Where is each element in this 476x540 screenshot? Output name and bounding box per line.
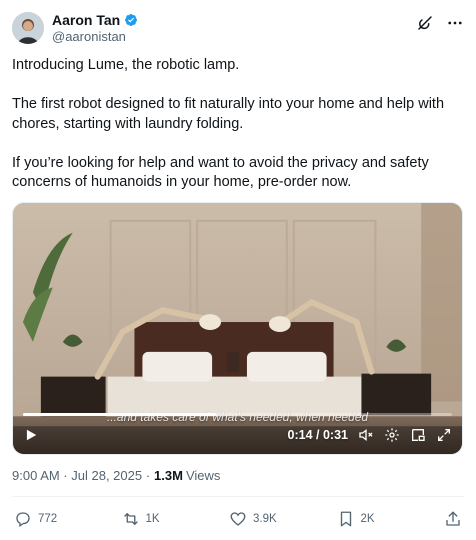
reply-count: 772	[38, 513, 58, 525]
repost-count: 1K	[145, 513, 160, 525]
tweet-text: Introducing Lume, the robotic lamp. The …	[12, 56, 452, 193]
tweet-meta: 9:00 AM · Jul 28, 2025 · 1.3M Views	[12, 468, 220, 483]
header-actions	[416, 12, 464, 32]
author-handle[interactable]: @aaronistan	[52, 29, 138, 45]
avatar[interactable]	[12, 12, 44, 44]
bookmark-icon	[340, 511, 351, 527]
repost-icon	[123, 513, 138, 525]
play-button[interactable]	[23, 427, 39, 443]
avatar-photo-icon	[12, 12, 44, 44]
views-count: 1.3M	[154, 468, 183, 483]
bookmark-button[interactable]: 2K	[337, 510, 417, 528]
video-progress-fill	[23, 413, 217, 416]
bookmark-count: 2K	[360, 513, 375, 525]
video-time: 0:14 / 0:31	[287, 428, 348, 442]
mute-icon[interactable]	[358, 427, 374, 443]
tweet-paragraph: Introducing Lume, the robotic lamp.	[12, 57, 240, 73]
author-names: Aaron Tan @aaronistan	[52, 12, 138, 45]
more-options-icon[interactable]	[446, 14, 464, 32]
grok-icon[interactable]	[416, 14, 434, 32]
settings-icon[interactable]	[384, 427, 400, 443]
share-icon	[446, 511, 460, 526]
divider	[12, 496, 464, 497]
tweet-action-bar: 772 1K 3.9K 2K	[14, 509, 462, 529]
like-count: 3.9K	[253, 513, 277, 525]
picture-in-picture-icon[interactable]	[410, 427, 426, 443]
play-icon	[26, 429, 37, 441]
heart-icon	[230, 512, 246, 526]
tweet-header: Aaron Tan @aaronistan	[12, 12, 464, 48]
like-button[interactable]: 3.9K	[229, 510, 309, 528]
tweet-paragraph: If you’re looking for help and want to a…	[12, 154, 429, 191]
video-progress-bar[interactable]	[23, 413, 452, 416]
video-player[interactable]: ...and takes care of what's needed, when…	[12, 202, 463, 455]
reply-button[interactable]: 772	[14, 510, 94, 528]
reply-icon	[16, 512, 30, 528]
share-button[interactable]	[444, 510, 462, 528]
verified-badge-icon	[124, 13, 138, 27]
author-display-name[interactable]: Aaron Tan	[52, 12, 120, 28]
tweet-paragraph: The first robot designed to fit naturall…	[12, 96, 445, 132]
video-controls: 0:14 / 0:31	[13, 424, 462, 446]
tweet-timestamp[interactable]: 9:00 AM · Jul 28, 2025 ·	[12, 468, 150, 483]
fullscreen-icon[interactable]	[436, 427, 452, 443]
views-label: Views	[185, 468, 221, 483]
repost-button[interactable]: 1K	[122, 510, 202, 528]
